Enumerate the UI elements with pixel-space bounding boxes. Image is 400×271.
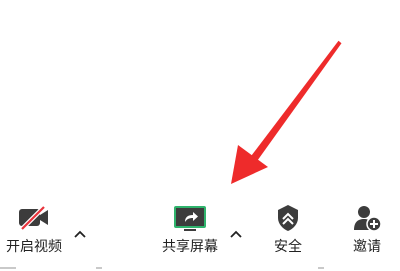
bottom-edge-mark [318, 267, 324, 269]
meeting-window: 开启视频 共享屏幕 安全 邀请 [0, 0, 400, 271]
share-screen-icon [173, 200, 207, 236]
bottom-edge-mark [96, 267, 102, 269]
bottom-edge-mark [0, 267, 16, 269]
share-screen-button[interactable]: 共享屏幕 [155, 200, 225, 256]
video-off-icon [17, 200, 51, 236]
security-label: 安全 [274, 239, 302, 255]
start-video-button[interactable]: 开启视频 [2, 200, 66, 256]
share-screen-label: 共享屏幕 [162, 239, 218, 255]
invite-button[interactable]: 邀请 [345, 200, 389, 256]
invite-person-icon [352, 200, 382, 236]
security-button[interactable]: 安全 [266, 200, 310, 256]
start-video-label: 开启视频 [6, 239, 62, 255]
video-options-caret[interactable] [72, 228, 88, 240]
share-options-caret[interactable] [228, 228, 244, 240]
chevron-up-icon [230, 230, 242, 238]
chevron-up-icon [74, 230, 86, 238]
window-bottom-edge [0, 265, 400, 271]
annotation-arrow-shaft [249, 40, 342, 163]
invite-label: 邀请 [353, 239, 381, 255]
meeting-toolbar: 开启视频 共享屏幕 安全 邀请 [0, 200, 400, 271]
security-shield-icon [276, 200, 300, 236]
annotation-arrow-head [231, 145, 268, 184]
